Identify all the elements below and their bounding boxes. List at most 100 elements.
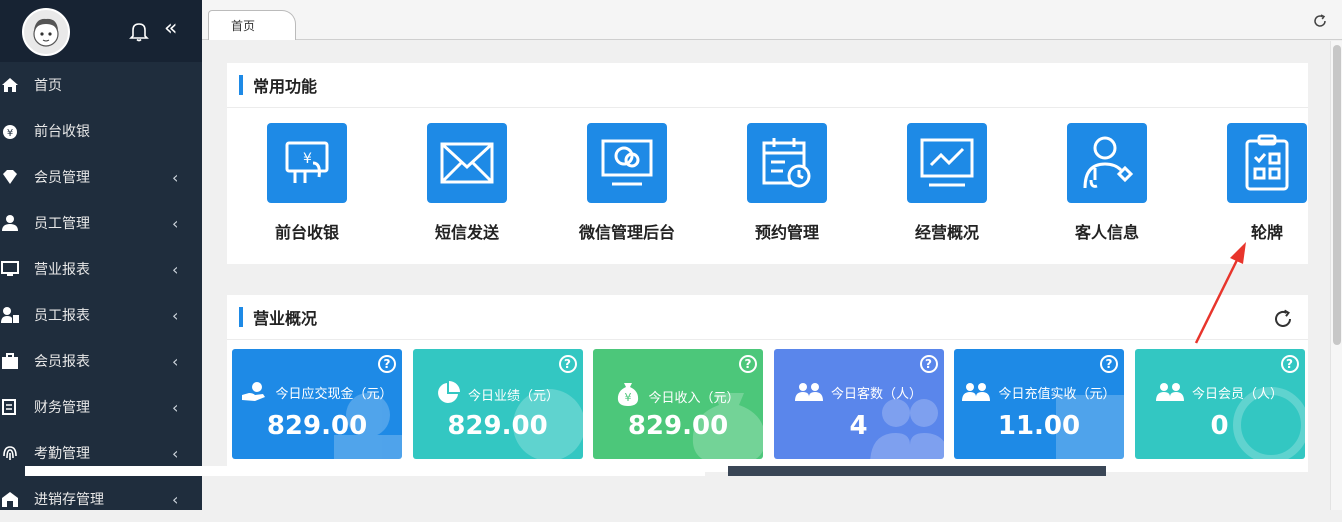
collapse-sidebar-icon[interactable]: « (164, 18, 177, 40)
panel-title: 常用功能 (253, 77, 318, 96)
stat-label: 今日客数（人） (774, 381, 944, 407)
sidebar-item-label: 财务管理 (34, 400, 90, 416)
sidebar-menu: 首页 ¥ 前台收银 会员管理 ‹ 员工管理 ‹ 营业报表 ‹ 员工报表 ‹ 会员报表 ‹ 财务管理 ‹ 考勤管… (0, 62, 202, 522)
sidebar: « 首页 ¥ 前台收银 会员管理 ‹ 员工管理 ‹ 营业报表 ‹ 员工报表 ‹ 会员报表 ‹ 财务管理 ‹ 考… (0, 0, 202, 510)
function-chart[interactable]: 经营概况 (887, 123, 1007, 243)
home-icon (0, 75, 20, 95)
function-label: 预约管理 (754, 223, 819, 242)
sidebar-item-2[interactable]: 会员管理 ‹ (0, 154, 202, 200)
function-cashier[interactable]: ¥ 前台收银 (247, 123, 367, 243)
sidebar-item-7[interactable]: 财务管理 ‹ (0, 384, 202, 430)
chevron-left-icon: ‹ (172, 443, 179, 463)
stat-card[interactable]: ? 今日客数（人） 4 (773, 349, 944, 459)
chevron-left-icon: ‹ (172, 213, 179, 233)
stat-card[interactable]: ? 今日应交现金（元） 829.00 (232, 349, 402, 459)
chevron-left-icon: ‹ (172, 167, 179, 187)
function-label: 前台收银 (274, 223, 339, 242)
stat-label: 今日会员（人） (1135, 381, 1305, 407)
warehouse-icon (0, 489, 20, 509)
chevron-left-icon: ‹ (172, 259, 179, 279)
function-calendar[interactable]: 预约管理 (727, 123, 847, 243)
sidebar-item-1[interactable]: ¥ 前台收银 (0, 108, 202, 154)
stat-label: 今日应交现金（元） (232, 381, 402, 407)
function-mail[interactable]: 短信发送 (407, 123, 527, 243)
finance-icon (0, 397, 20, 417)
stat-value: 11.00 (997, 411, 1081, 441)
svg-text:¥: ¥ (7, 128, 13, 139)
cash-hand-icon (241, 381, 267, 407)
sidebar-item-4[interactable]: 营业报表 ‹ (0, 246, 202, 292)
stat-label-text: 今日充值实收（元） (998, 387, 1116, 402)
function-clipboard[interactable]: 轮牌 (1207, 123, 1327, 243)
chevron-left-icon: ‹ (172, 489, 179, 509)
function-label: 客人信息 (1074, 223, 1139, 242)
help-icon[interactable]: ? (558, 355, 577, 373)
stat-label-text: 今日业绩（元） (467, 389, 559, 404)
sidebar-item-label: 进销存管理 (34, 492, 104, 508)
stat-value: 829.00 (447, 411, 548, 441)
sidebar-item-9[interactable]: 进销存管理 ‹ (0, 476, 202, 522)
help-icon[interactable]: ? (378, 355, 396, 373)
help-icon[interactable]: ? (919, 355, 938, 373)
scrollbar[interactable] (1330, 41, 1342, 510)
bell-icon[interactable] (128, 20, 150, 42)
sidebar-item-label: 员工报表 (34, 308, 90, 324)
user-report-icon (0, 305, 20, 325)
guest-icon (1067, 123, 1147, 203)
sidebar-item-5[interactable]: 员工报表 ‹ (0, 292, 202, 338)
help-icon[interactable]: ? (1280, 355, 1299, 373)
pie-icon (436, 381, 460, 409)
clipboard-icon (1227, 123, 1307, 203)
stat-value: 4 (849, 411, 868, 441)
cashier-icon: ¥ (267, 123, 347, 203)
stat-card[interactable]: ? ¥ 今日收入（元） 829.00 (593, 349, 763, 459)
stat-value: 829.00 (266, 411, 368, 441)
people-icon (962, 381, 991, 407)
sidebar-item-label: 前台收银 (34, 124, 90, 140)
yen-bag-icon: ¥ (616, 381, 640, 411)
tab-label: 首页 (231, 19, 256, 33)
sidebar-item-label: 考勤管理 (34, 446, 90, 462)
panel-edge (25, 466, 705, 476)
stat-label: 今日业绩（元） (413, 381, 583, 409)
refresh-icon[interactable] (1312, 13, 1328, 29)
sidebar-item-6[interactable]: 会员报表 ‹ (0, 338, 202, 384)
sidebar-item-label: 员工管理 (34, 216, 90, 232)
stat-card[interactable]: ? 今日业绩（元） 829.00 (412, 349, 583, 459)
sidebar-item-label: 会员报表 (34, 354, 90, 370)
user-icon (0, 213, 20, 233)
avatar[interactable] (22, 8, 70, 56)
people-icon (1155, 381, 1184, 407)
stat-label-text: 今日会员（人） (1191, 387, 1283, 402)
stat-card[interactable]: ? 今日会员（人） 0 (1134, 349, 1305, 459)
sidebar-item-3[interactable]: 员工管理 ‹ (0, 200, 202, 246)
sidebar-item-0[interactable]: 首页 (0, 62, 202, 108)
help-icon[interactable]: ? (1100, 355, 1118, 373)
stats-row: ? 今日应交现金（元） 829.00? 今日业绩（元） 829.00? ¥ 今日收入（元） 8… (227, 340, 1308, 472)
function-label: 短信发送 (434, 223, 499, 242)
chevron-left-icon: ‹ (172, 397, 179, 417)
stat-card[interactable]: ? 今日充值实收（元） 11.00 (954, 349, 1124, 459)
function-wechat[interactable]: 微信管理后台 (567, 123, 687, 243)
chart-icon (907, 123, 987, 203)
refresh-overview-icon[interactable] (1272, 308, 1294, 334)
member-report-icon (0, 351, 20, 371)
sidebar-item-label: 首页 (34, 78, 62, 94)
monitor-icon (0, 259, 20, 279)
function-guest[interactable]: 客人信息 (1047, 123, 1167, 243)
calendar-icon (747, 123, 827, 203)
fingerprint-icon (0, 443, 20, 463)
function-label: 轮牌 (1250, 223, 1283, 242)
stat-label: ¥ 今日收入（元） (593, 381, 763, 411)
stat-value: 0 (1210, 411, 1229, 441)
people-icon (794, 381, 823, 407)
stat-label-text: 今日客数（人） (830, 387, 922, 402)
sidebar-item-label: 营业报表 (34, 262, 90, 278)
tab-home[interactable]: 首页 (208, 10, 296, 40)
chevron-left-icon: ‹ (172, 305, 179, 325)
svg-text:¥: ¥ (303, 151, 312, 167)
tab-bar: 首页 (202, 0, 1342, 40)
mail-icon (427, 123, 507, 203)
help-icon[interactable]: ? (739, 355, 757, 373)
sidebar-header: « (0, 0, 202, 62)
